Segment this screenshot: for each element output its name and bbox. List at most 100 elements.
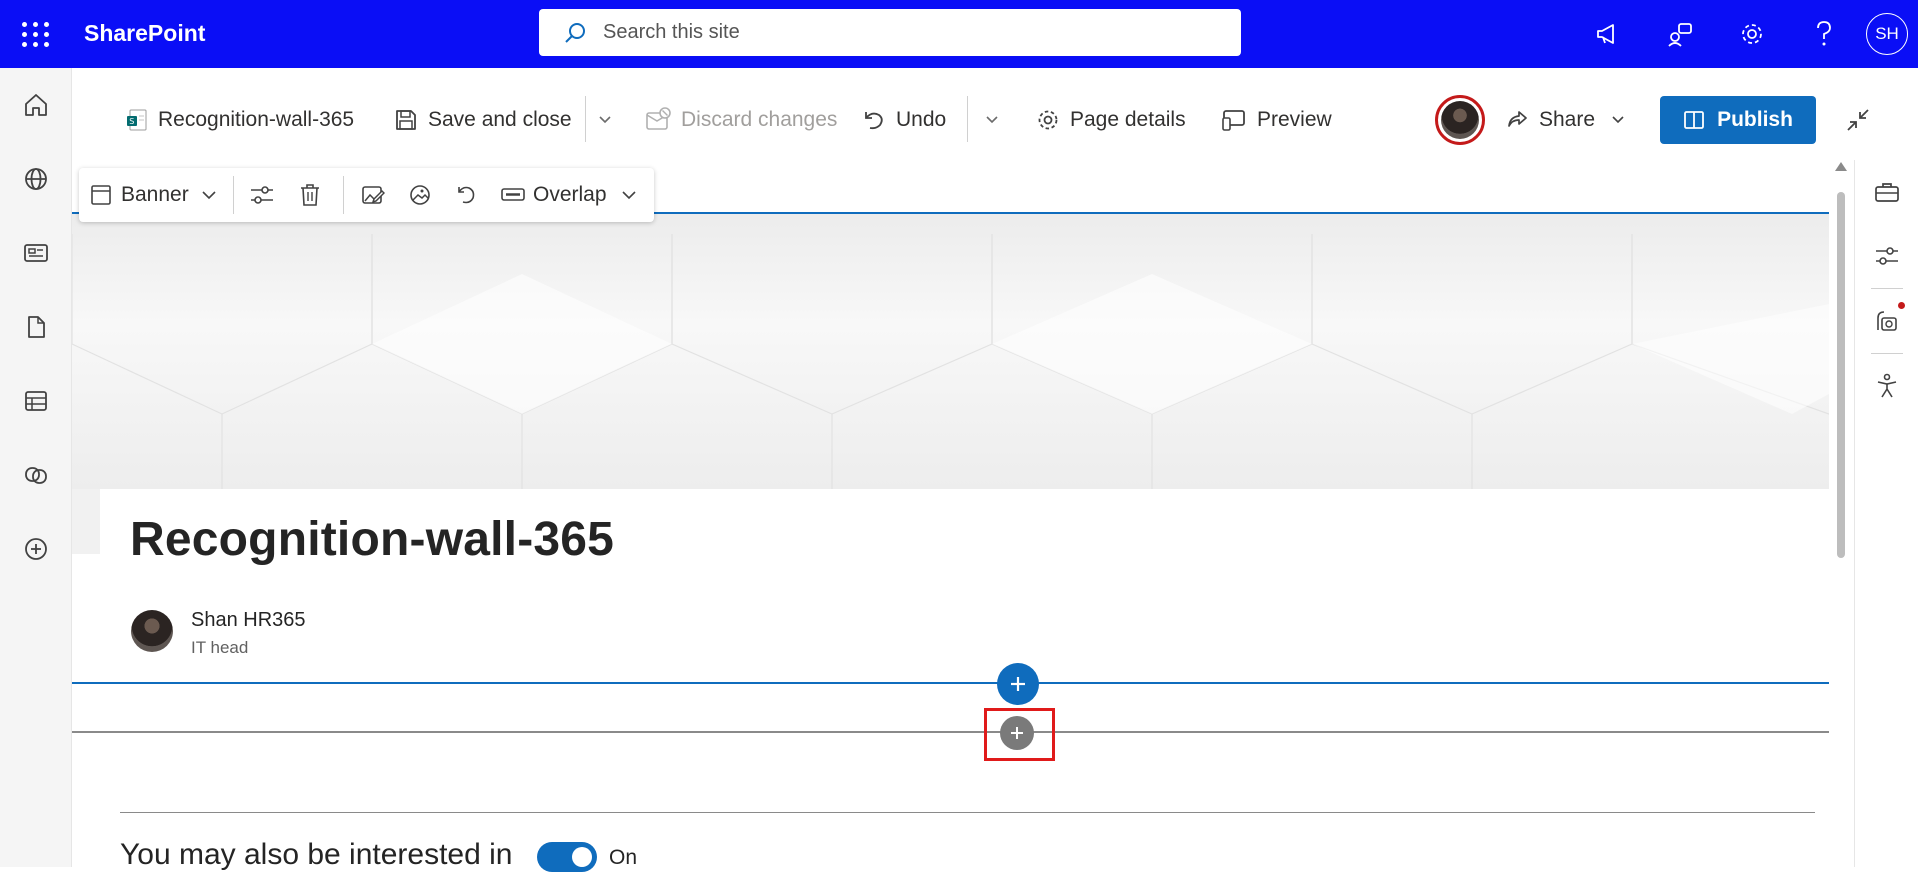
undo-icon — [865, 112, 883, 130]
toggle-label: On — [609, 846, 638, 869]
suite-bar: SharePoint SH — [0, 0, 1918, 68]
home-icon[interactable] — [0, 68, 72, 142]
text-alignment-label: Overlap — [533, 183, 607, 206]
delete-button[interactable] — [299, 168, 321, 222]
gear-icon[interactable] — [1716, 0, 1788, 68]
design-ideas-icon[interactable] — [1855, 289, 1918, 353]
page-title[interactable]: Recognition-wall-365 — [130, 512, 614, 567]
settings-sliders-icon[interactable] — [1855, 224, 1918, 288]
search-box[interactable] — [539, 9, 1241, 56]
discard-icon — [646, 107, 671, 130]
section-divider — [72, 731, 1829, 733]
save-and-close-label: Save and close — [428, 108, 572, 131]
discard-changes-button[interactable]: Discard changes — [645, 98, 837, 142]
plus-icon — [1011, 677, 1025, 691]
author-name[interactable]: Shan HR365 — [191, 609, 306, 632]
app-name[interactable]: SharePoint — [84, 20, 205, 47]
coauthor-avatar[interactable] — [1435, 95, 1485, 145]
overlap-icon — [501, 188, 525, 201]
suite-bar-actions: SH — [1572, 0, 1918, 68]
book-icon — [1684, 111, 1704, 129]
left-app-bar — [0, 68, 72, 867]
preview-icon — [1222, 110, 1245, 131]
reset-icon — [458, 186, 475, 204]
separator — [585, 96, 586, 142]
toolbox-icon[interactable] — [1855, 160, 1918, 224]
undo-options-dropdown[interactable] — [985, 98, 1009, 142]
separator — [343, 176, 344, 214]
share-label: Share — [1539, 108, 1596, 131]
hexagon-pattern — [72, 234, 1829, 489]
chevron-down-icon — [202, 191, 216, 200]
collapse-button[interactable] — [1845, 98, 1881, 142]
add-section-button[interactable] — [997, 663, 1039, 705]
banner-toolbar: Banner Overlap — [79, 168, 654, 222]
page-details-button[interactable]: Page details — [1036, 98, 1186, 142]
separator — [967, 96, 968, 142]
title-banner-background[interactable] — [72, 212, 1829, 489]
page-name: Recognition-wall-365 — [158, 108, 355, 131]
page-name-item[interactable]: S Recognition-wall-365 — [126, 98, 354, 142]
edit-properties-button[interactable] — [249, 168, 275, 222]
undo-label: Undo — [896, 108, 947, 131]
notification-dot — [1898, 302, 1905, 309]
scroll-thumb[interactable] — [1837, 192, 1845, 558]
image-edit-icon — [362, 186, 385, 204]
save-and-close-button[interactable]: Save and close — [394, 98, 572, 142]
preview-button[interactable]: Preview — [1221, 98, 1332, 142]
document-icon[interactable] — [0, 290, 72, 364]
chevron-down-icon — [621, 191, 636, 200]
publish-label: Publish — [1717, 108, 1793, 131]
layout-dropdown[interactable]: Banner — [89, 168, 217, 222]
sliders-icon — [251, 186, 273, 204]
megaphone-icon[interactable] — [1572, 0, 1644, 68]
publish-button[interactable]: Publish — [1660, 96, 1816, 144]
text-alignment-dropdown[interactable]: Overlap — [501, 168, 637, 222]
globe-icon[interactable] — [0, 142, 72, 216]
page-details-label: Page details — [1070, 108, 1186, 131]
people-chat-icon[interactable] — [1644, 0, 1716, 68]
help-icon[interactable] — [1788, 0, 1860, 68]
related-content-toggle[interactable] — [537, 842, 597, 872]
collapse-icon — [1847, 109, 1869, 131]
edit-image-button[interactable] — [361, 168, 385, 222]
link-icon[interactable] — [0, 438, 72, 512]
layout-icon — [91, 185, 111, 205]
share-icon — [1508, 111, 1527, 127]
right-rail — [1854, 160, 1918, 867]
save-icon — [396, 110, 416, 130]
user-avatar[interactable]: SH — [1866, 13, 1908, 55]
undo-button[interactable]: Undo — [862, 98, 946, 142]
preview-label: Preview — [1257, 108, 1332, 131]
divider — [120, 812, 1815, 813]
highlight-box — [984, 708, 1055, 761]
author-avatar[interactable] — [131, 610, 173, 652]
layout-label: Banner — [121, 183, 189, 206]
trash-icon — [301, 184, 319, 206]
chevron-down-icon — [599, 116, 611, 124]
news-icon[interactable] — [0, 216, 72, 290]
focal-point-button[interactable] — [408, 168, 432, 222]
app-launcher-icon[interactable] — [20, 18, 52, 50]
title-card-edge — [72, 489, 100, 554]
chevron-down-icon — [986, 116, 998, 124]
image-focus-icon — [410, 185, 430, 205]
gear-icon — [1038, 110, 1058, 130]
list-icon[interactable] — [0, 364, 72, 438]
reset-button[interactable] — [455, 168, 477, 222]
separator — [233, 176, 234, 214]
search-input[interactable] — [603, 21, 1203, 44]
sharepoint-page-icon: S — [127, 109, 147, 131]
share-button[interactable]: Share — [1505, 98, 1625, 142]
section-divider-selected — [72, 682, 1829, 684]
search-icon — [565, 22, 585, 43]
accessibility-icon[interactable] — [1855, 354, 1918, 418]
save-options-dropdown[interactable] — [598, 98, 622, 142]
svg-text:S: S — [129, 117, 134, 126]
scrollbar[interactable] — [1834, 160, 1848, 867]
chevron-down-icon — [1612, 116, 1624, 124]
scroll-up-arrow[interactable] — [1835, 162, 1847, 171]
author-role: IT head — [191, 638, 249, 657]
add-circle-icon[interactable] — [0, 512, 72, 586]
discard-changes-label: Discard changes — [681, 108, 838, 131]
